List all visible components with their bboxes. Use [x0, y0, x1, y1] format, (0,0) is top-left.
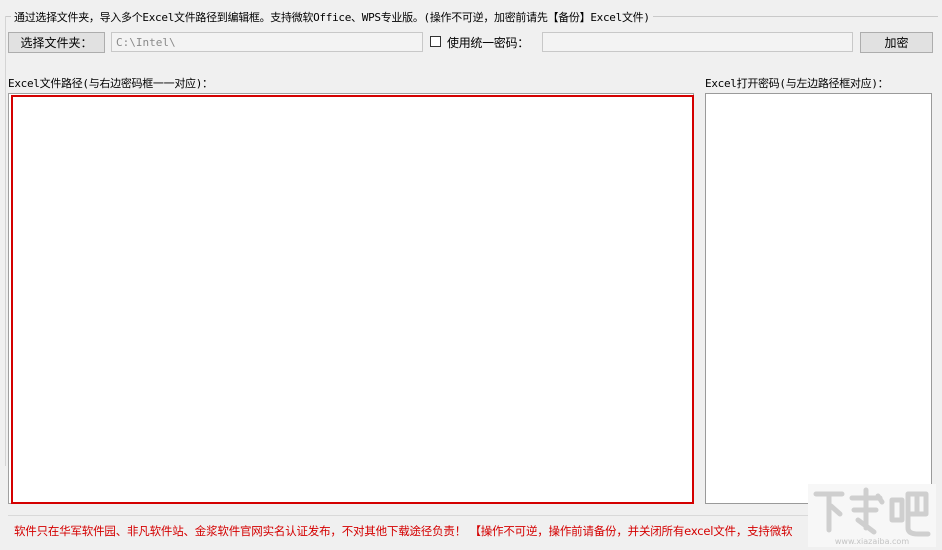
passwords-textarea[interactable] — [705, 93, 932, 504]
unified-password-field[interactable] — [542, 32, 853, 52]
select-folder-button[interactable]: 选择文件夹： — [8, 32, 105, 53]
folder-path-field[interactable]: C:\Intel\ — [111, 32, 423, 52]
groupbox-edge — [5, 16, 6, 466]
watermark-logo: www.xiazaiba.com — [808, 484, 936, 547]
file-paths-label: Excel文件路径(与右边密码框一一对应)： — [8, 77, 213, 90]
use-unified-password-label: 使用统一密码： — [447, 36, 529, 50]
encrypt-button[interactable]: 加密 — [860, 32, 933, 53]
file-paths-textarea[interactable] — [11, 95, 694, 504]
footer-notice: 软件只在华军软件园、非凡软件站、金浆软件官网实名认证发布，不对其他下载途径负责！… — [14, 524, 793, 538]
footer-divider — [8, 515, 808, 516]
watermark-url: www.xiazaiba.com — [835, 537, 909, 546]
groupbox-title: 通过选择文件夹，导入多个Excel文件路径到编辑框。支持微软Office、WPS… — [11, 9, 653, 25]
passwords-label: Excel打开密码(与左边路径框对应)： — [705, 77, 889, 90]
use-unified-password-checkbox[interactable] — [430, 36, 441, 47]
